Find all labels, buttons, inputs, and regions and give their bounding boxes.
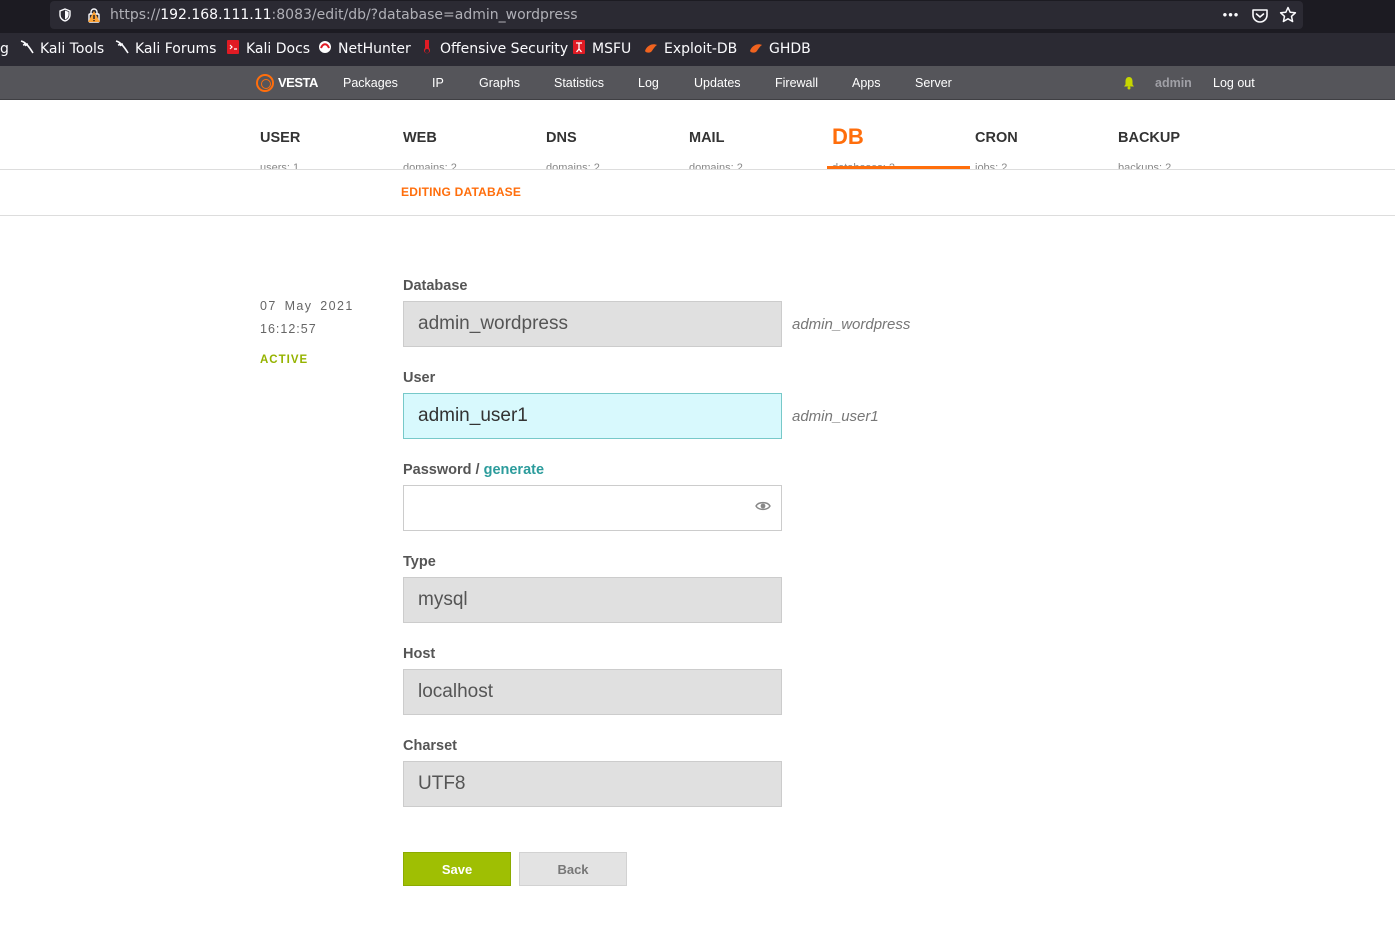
type-field: mysql (403, 577, 782, 623)
tab-backup-count: backups: 2 (1118, 162, 1172, 170)
bookmark-kali-tools[interactable]: Kali Tools (20, 33, 104, 66)
exploitdb-icon (645, 44, 657, 53)
nav-packages[interactable]: Packages (343, 66, 398, 100)
charset-field: UTF8 (403, 761, 782, 807)
bookmark-star-icon[interactable] (1279, 6, 1297, 24)
nethunter-icon (319, 41, 331, 53)
tab-web-count: domains: 2 (403, 162, 457, 170)
save-button[interactable]: Save (403, 852, 511, 886)
url-text[interactable]: https://192.168.111.11:8083/edit/db/?dat… (110, 1, 578, 29)
logout-link[interactable]: Log out (1213, 66, 1255, 100)
status-badge: ACTIVE (260, 354, 309, 366)
address-bar[interactable]: https://192.168.111.11:8083/edit/db/?dat… (50, 1, 1303, 29)
active-tab-indicator (827, 166, 970, 169)
type-label: Type (403, 554, 436, 570)
nav-log[interactable]: Log (638, 66, 659, 100)
pocket-icon[interactable] (1251, 6, 1269, 24)
host-field: localhost (403, 669, 782, 715)
bookmark-msfu[interactable]: MSFU (572, 33, 631, 66)
bookmarks-toolbar: g Kali Tools Kali Forums Kali Docs NetHu… (0, 33, 1395, 66)
user-label: User (403, 370, 436, 386)
tab-user-count: users: 1 (260, 162, 300, 170)
kali-dragon-icon (20, 40, 34, 54)
bookmark-nethunter[interactable]: NetHunter (318, 33, 411, 66)
user-hint: admin_user1 (792, 408, 879, 425)
tab-backup[interactable]: BACKUP (1118, 130, 1180, 146)
nav-ip[interactable]: IP (432, 66, 444, 100)
nav-firewall[interactable]: Firewall (775, 66, 818, 100)
show-password-icon[interactable] (755, 500, 771, 512)
insecure-lock-icon[interactable] (86, 7, 102, 23)
charset-label: Charset (403, 738, 457, 754)
section-menu: USER users: 1 WEB domains: 2 DNS domains… (0, 100, 1395, 170)
vesta-logo-icon (256, 74, 274, 92)
browser-toolbar: https://192.168.111.11:8083/edit/db/?dat… (0, 0, 1395, 33)
nav-updates[interactable]: Updates (694, 66, 741, 100)
bookmark-offensive-security[interactable]: Offensive Security (420, 33, 568, 66)
offsec-icon (424, 40, 430, 54)
edit-header: EDITING DATABASE (0, 171, 1395, 216)
password-label: Password / generate (403, 462, 545, 478)
kali-docs-icon (227, 40, 239, 54)
kali-dragon-icon (115, 40, 129, 54)
host-label: Host (403, 646, 436, 662)
nav-graphs[interactable]: Graphs (479, 66, 520, 100)
back-button[interactable]: Back (519, 852, 627, 886)
tracking-protection-icon[interactable] (58, 8, 72, 22)
tab-cron[interactable]: CRON (975, 130, 1018, 146)
nav-apps[interactable]: Apps (852, 66, 881, 100)
page-actions-icon[interactable]: ••• (1222, 6, 1240, 24)
tab-dns[interactable]: DNS (546, 130, 577, 146)
bookmark-kali-forums[interactable]: Kali Forums (115, 33, 216, 66)
bookmark-exploit-db[interactable]: Exploit-DB (644, 33, 737, 66)
database-hint: admin_wordpress (792, 316, 911, 333)
vesta-top-panel: VESTA Packages IP Graphs Statistics Log … (0, 66, 1395, 100)
tab-cron-count: jobs: 2 (975, 162, 1008, 170)
msfu-icon (573, 40, 585, 54)
bookmark-ghdb[interactable]: GHDB (749, 33, 811, 66)
tab-web[interactable]: WEB (403, 130, 437, 146)
tab-mail[interactable]: MAIL (689, 130, 724, 146)
database-label: Database (403, 278, 468, 294)
tab-db[interactable]: DB (832, 124, 864, 150)
nav-statistics[interactable]: Statistics (554, 66, 604, 100)
nav-server[interactable]: Server (915, 66, 952, 100)
bookmark-kali-docs[interactable]: Kali Docs (226, 33, 310, 66)
ghdb-icon (750, 44, 762, 53)
tab-mail-count: domains: 2 (689, 162, 743, 170)
database-field: admin_wordpress (403, 301, 782, 347)
notification-bell-icon[interactable] (1123, 76, 1135, 90)
generate-password-link[interactable]: generate (484, 462, 544, 478)
tab-user[interactable]: USER (260, 130, 300, 146)
tab-dns-count: domains: 2 (546, 162, 600, 170)
creation-date: 07 May 2021 (260, 299, 354, 313)
bookmark-partial[interactable]: g (0, 33, 9, 66)
user-field[interactable]: admin_user1 (403, 393, 782, 439)
page-title: EDITING DATABASE (401, 185, 522, 199)
password-field[interactable] (403, 485, 782, 531)
creation-time: 16:12:57 (260, 322, 317, 336)
nav-user[interactable]: admin (1155, 66, 1192, 100)
